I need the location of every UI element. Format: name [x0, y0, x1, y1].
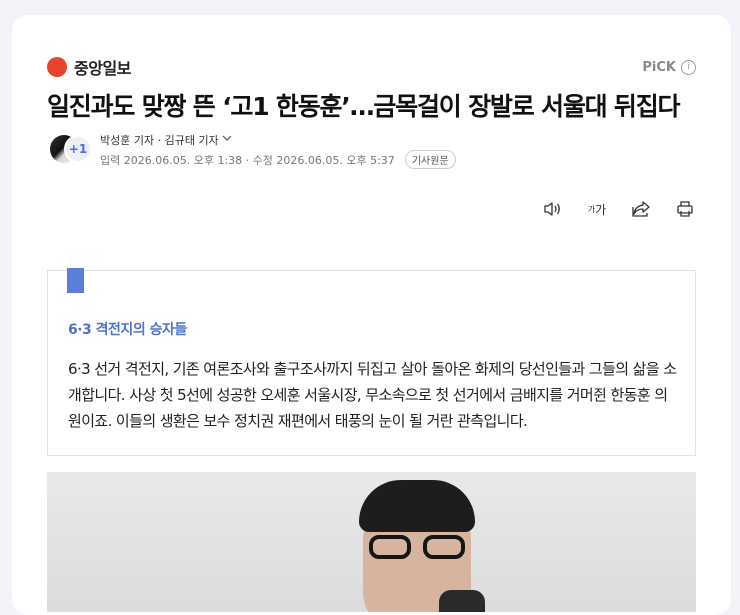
publisher-name[interactable]: 중앙일보 [74, 55, 131, 79]
photo-person-hair [359, 480, 475, 532]
avatar-extra-count: +1 [64, 135, 92, 163]
reporter-names[interactable]: 박성훈 기자 · 김규태 기자 [100, 132, 232, 148]
published-date: 입력 2026.06.05. 오후 1:38 · 수정 2026.06.05. … [100, 152, 395, 168]
font-size-small-label: 가 [587, 204, 596, 214]
photo-person-glasses [369, 535, 467, 561]
font-size-large-label: 가 [595, 202, 607, 217]
article-toolbar: 가가 [542, 198, 696, 220]
photo-glasses-lens-right [423, 535, 465, 559]
font-size-button[interactable]: 가가 [586, 198, 608, 220]
reporter-names-text: 박성훈 기자 · 김규태 기자 [100, 134, 219, 147]
publisher-row: 중앙일보 PiCK i [47, 55, 696, 79]
byline: +1 박성훈 기자 · 김규태 기자 입력 2026.06.05. 오후 1:3… [47, 131, 696, 169]
date-separator: · [245, 153, 250, 167]
summary-title[interactable]: 6·3 격전지의 승자들 [68, 319, 187, 339]
chevron-down-icon [222, 135, 232, 145]
reporter-avatars[interactable]: +1 [47, 133, 92, 169]
article-headline: 일진과도 맞짱 뜬 ‘고1 한동훈’…금목걸이 장발로 서울대 뒤집다 [47, 92, 681, 121]
pick-badge[interactable]: PiCK i [642, 59, 696, 75]
published-date-text: 입력 2026.06.05. 오후 1:38 [100, 153, 243, 167]
publisher[interactable]: 중앙일보 [47, 55, 131, 79]
article-card: 중앙일보 PiCK i 일진과도 맞짱 뜬 ‘고1 한동훈’…금목걸이 장발로 … [12, 15, 731, 615]
photo-glasses-lens-left [369, 535, 411, 559]
summary-body: 6·3 선거 격전지, 기존 여론조사와 출구조사까지 뒤집고 살아 돌아온 화… [68, 360, 677, 430]
edited-date-text: 수정 2026.06.05. 오후 5:37 [252, 153, 395, 167]
pick-label: PiCK [642, 59, 676, 75]
speaker-icon[interactable] [542, 198, 564, 220]
info-icon[interactable]: i [681, 59, 696, 75]
photo-microphone [439, 590, 485, 612]
share-icon[interactable] [630, 198, 652, 220]
article-photo[interactable] [47, 472, 696, 612]
article-summary-box: 6·3 격전지의 승자들 6·3 선거 격전지, 기존 여론조사와 출구조사까지… [47, 268, 696, 456]
original-article-button[interactable]: 기사원문 [404, 150, 456, 169]
print-icon[interactable] [674, 198, 696, 220]
summary-marker [67, 268, 84, 293]
publisher-logo[interactable] [47, 57, 67, 77]
article-dates: 입력 2026.06.05. 오후 1:38 · 수정 2026.06.05. … [100, 150, 456, 169]
